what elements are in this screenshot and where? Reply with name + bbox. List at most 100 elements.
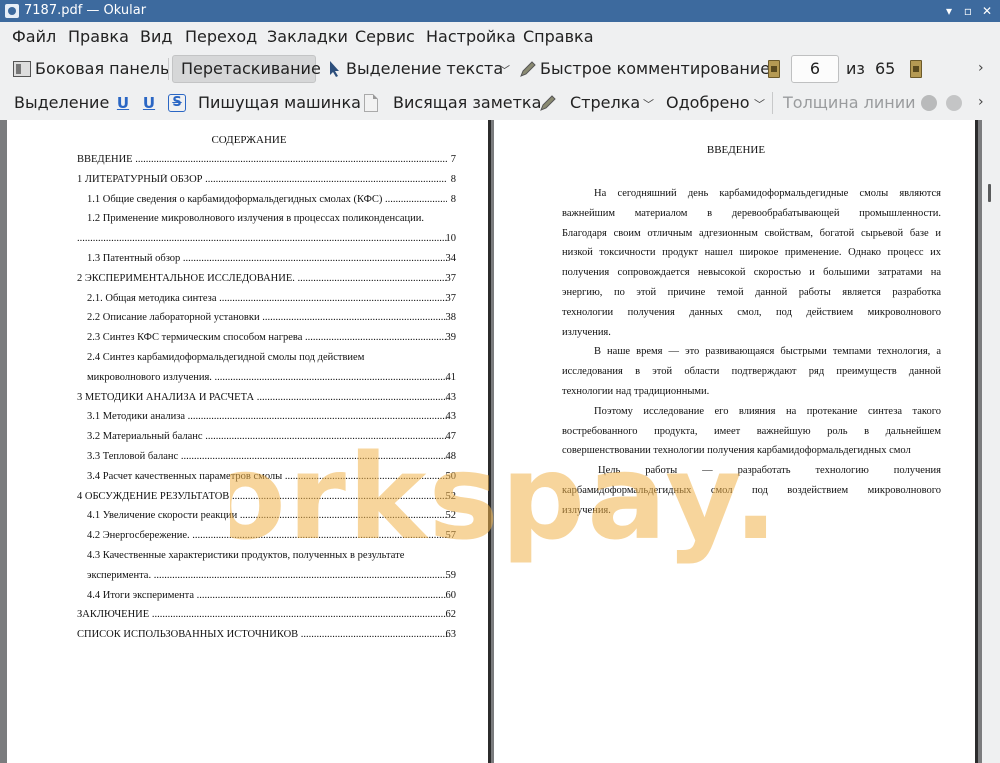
toc-entry-text: микроволнового излучения. xyxy=(87,371,212,383)
toc-leader-dots: ........................................… xyxy=(219,292,447,304)
intro-line: получения сопровождается невысокой скоро… xyxy=(562,267,941,279)
line-width-button[interactable]: Толщина линии xyxy=(783,93,916,112)
toc-entry: 2 ЭКСПЕРИМЕНТАЛЬНОЕ ИССЛЕДОВАНИЕ. ......… xyxy=(77,273,447,284)
toc-entry-text: 1.3 Патентный обзор xyxy=(87,253,181,264)
toolbar-separator xyxy=(772,92,773,114)
toc-entry-text: 2.3 Синтез КФС термическим способом нагр… xyxy=(87,332,303,344)
intro-line: энергию, по этой причине темой данной ра… xyxy=(562,287,941,298)
sidebar-icon[interactable] xyxy=(13,61,31,77)
opacity-icon[interactable] xyxy=(946,95,962,111)
toc-entry-text: 3.3 Тепловой баланс xyxy=(87,451,179,462)
popup-note-button[interactable]: Висящая заметка xyxy=(393,93,541,112)
toc-leader-dots: ........................................… xyxy=(196,589,447,601)
toc-entry: 1 ЛИТЕРАТУРНЫЙ ОБЗОР ...................… xyxy=(77,174,447,185)
toc-leader-dots: ........................................… xyxy=(305,332,447,344)
intro-line: Цель работы — разработать технологию пол… xyxy=(598,465,941,477)
typewriter-tool-button[interactable]: Пишущая машинка xyxy=(198,93,361,112)
arrow-tool-button[interactable]: Стрелка xyxy=(570,93,640,112)
menu-edit[interactable]: Правка xyxy=(68,27,129,46)
toc-entry-text: 3.1 Методики анализа xyxy=(87,411,186,423)
toc-entry: ВВЕДЕНИЕ ...............................… xyxy=(77,154,447,165)
toc-entry-text: СПИСОК ИСПОЛЬЗОВАННЫХ ИСТОЧНИКОВ xyxy=(77,629,299,641)
underline-icon[interactable]: U xyxy=(115,94,131,112)
intro-line: излучения. xyxy=(562,504,611,516)
toc-entry: микроволнового излучения. ..............… xyxy=(87,372,447,383)
toolbar-overflow-icon[interactable]: › xyxy=(978,94,984,110)
intro-line: карбамидоформальдегидных смол под воздей… xyxy=(562,485,941,496)
toc-entry-text: 3 МЕТОДИКИ АНАЛИЗА И РАСЧЕТА xyxy=(77,391,255,403)
toc-entry-text: 1.1 Общие сведения о карбамидоформальдег… xyxy=(87,193,383,205)
color-palette-icon[interactable] xyxy=(921,95,937,111)
toc-entry: 2.1. Общая методика синтеза ............… xyxy=(87,293,447,304)
toc-page-number: 39 xyxy=(445,332,457,344)
window-titlebar[interactable]: 7187.pdf — Okular ▾ ▫ ✕ xyxy=(0,0,1000,22)
toc-entry-text: эксперимента. xyxy=(87,569,152,581)
toc-leader-dots: ........................................… xyxy=(205,173,447,185)
previous-page-icon[interactable] xyxy=(768,60,780,78)
intro-line: Благодаря своим отличным адгезионным сво… xyxy=(562,227,941,239)
toc-leader-dots: ........................................… xyxy=(300,629,447,641)
menu-settings[interactable]: Настройка xyxy=(426,27,516,46)
toc-entry: 4.4 Итоги эксперимента .................… xyxy=(87,590,447,601)
toc-entry-text: 2.2 Описание лабораторной установки xyxy=(87,312,260,324)
toc-leader-dots: ........................................… xyxy=(256,391,447,403)
intro-line: На сегодняшний день карбамидоформальдеги… xyxy=(594,188,941,199)
intro-line: исследования в этой области подтверждают… xyxy=(562,366,941,378)
maximize-icon[interactable]: ▫ xyxy=(959,2,977,20)
scrollbar-handle[interactable] xyxy=(988,184,991,202)
toolbar-overflow-icon[interactable]: › xyxy=(978,60,984,76)
strikeout-icon[interactable]: S xyxy=(168,94,186,112)
toc-entry-text: 2.4 Синтез карбамидоформальдегидной смол… xyxy=(87,352,365,363)
toc-entry: 2.2 Описание лабораторной установки ....… xyxy=(87,312,447,323)
minimize-icon[interactable]: ▾ xyxy=(940,2,958,20)
highlight-tool-button[interactable]: Выделение xyxy=(14,93,109,112)
toc-leader-dots: ........................................… xyxy=(192,530,447,542)
quick-annotation-button[interactable]: Быстрое комментирование xyxy=(540,59,770,78)
toc-entry-text: 2 ЭКСПЕРИМЕНТАЛЬНОЕ ИССЛЕДОВАНИЕ. xyxy=(77,272,295,284)
page-right: ВВЕДЕНИЕ На сегодняшний день карбамидофо… xyxy=(494,120,978,763)
annotate-pen-icon xyxy=(520,61,536,77)
toc-page-number: 62 xyxy=(445,609,457,621)
sidebar-toggle-button[interactable]: Боковая панель xyxy=(35,59,169,78)
toc-entry-text: 4.3 Качественные характеристики продукто… xyxy=(87,550,405,561)
toolbar-separator xyxy=(168,58,169,80)
page-number-input[interactable]: 6 xyxy=(791,55,839,83)
toc-page-number: 10 xyxy=(445,233,457,245)
toc-entry: 2.3 Синтез КФС термическим способом нагр… xyxy=(87,332,447,343)
intro-line: важнейшим материалом в деревообрабатываю… xyxy=(562,207,941,219)
chevron-down-icon[interactable]: ﹀ xyxy=(754,96,765,112)
intro-line: Поэтому исследование его влияния на прот… xyxy=(594,405,941,417)
toc-leader-dots: ........................................… xyxy=(77,233,447,245)
menu-go[interactable]: Переход xyxy=(185,27,257,46)
toc-leader-dots: ........................................… xyxy=(205,431,447,443)
text-cursor-icon xyxy=(330,61,339,77)
menu-view[interactable]: Вид xyxy=(140,27,172,46)
menu-help[interactable]: Справка xyxy=(523,27,594,46)
toc-leader-dots: ........................................… xyxy=(239,510,447,522)
vertical-scrollbar[interactable] xyxy=(982,120,1000,763)
stamp-tool-button[interactable]: Одобрено xyxy=(666,93,750,112)
toc-entry-text: 1 ЛИТЕРАТУРНЫЙ ОБЗОР xyxy=(77,173,203,185)
document-viewport[interactable]: СОДЕРЖАНИЕ ВВЕДЕНИЕ ....................… xyxy=(0,120,1000,763)
popup-note-icon xyxy=(364,94,378,112)
toc-page-number: 37 xyxy=(445,272,457,284)
toc-entry-text: 4.1 Увеличение скорости реакции xyxy=(87,510,238,522)
intro-line: В наше время — это развивающаяся быстрым… xyxy=(594,346,941,358)
intro-title: ВВЕДЕНИЕ xyxy=(706,144,766,156)
toc-page-number: 50 xyxy=(445,470,457,482)
menu-file[interactable]: Файл xyxy=(12,27,56,46)
toc-page-number: 8 xyxy=(450,173,456,185)
chevron-down-icon[interactable]: ﹀ xyxy=(499,62,510,78)
next-page-icon[interactable] xyxy=(910,60,922,78)
text-select-button[interactable]: Выделение текста xyxy=(346,59,503,78)
toc-leader-dots: ........................................… xyxy=(182,253,447,264)
toc-page-number: 38 xyxy=(445,312,457,324)
menu-bookmarks[interactable]: Закладки xyxy=(267,27,348,46)
menu-tools[interactable]: Сервис xyxy=(355,27,415,46)
close-icon[interactable]: ✕ xyxy=(978,2,996,20)
toc-entry: 3.3 Тепловой баланс ....................… xyxy=(87,451,447,462)
chevron-down-icon[interactable]: ﹀ xyxy=(643,96,654,112)
toc-page-number: 41 xyxy=(445,371,457,383)
toc-entry: 4.3 Качественные характеристики продукто… xyxy=(87,550,447,561)
squiggle-icon[interactable]: U xyxy=(141,94,157,112)
